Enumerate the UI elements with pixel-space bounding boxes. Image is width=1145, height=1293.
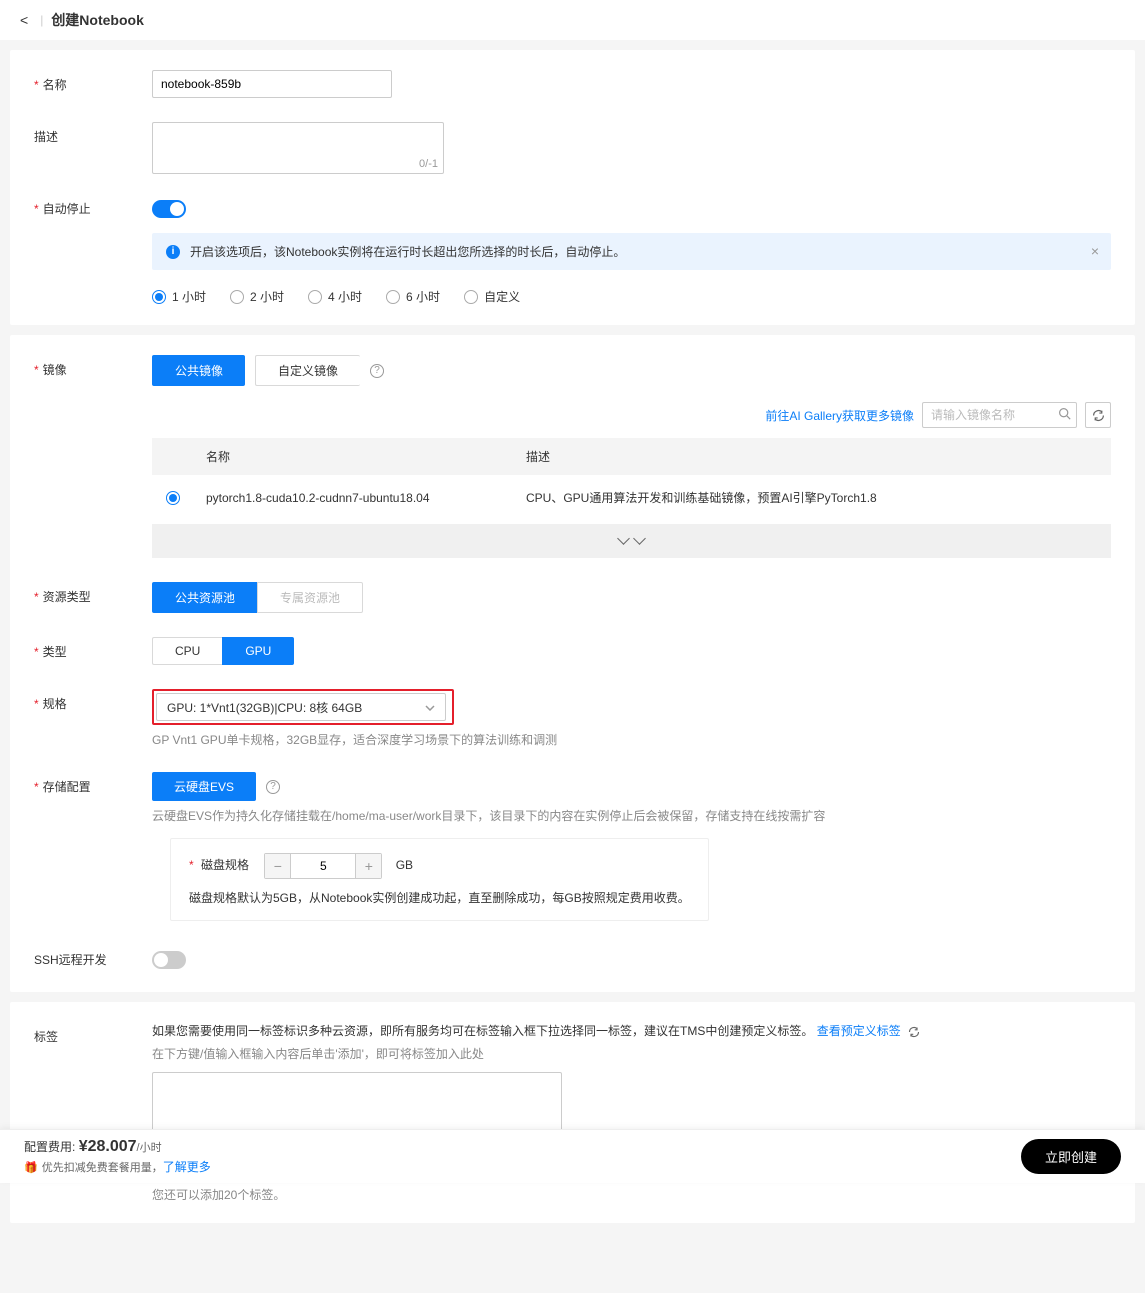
label-resource-type: 资源类型: [34, 582, 152, 605]
description-textarea[interactable]: [152, 122, 444, 174]
col-desc: 描述: [526, 448, 1097, 465]
help-icon[interactable]: ?: [370, 364, 384, 378]
chevron-down-icon: [425, 700, 435, 714]
name-input[interactable]: [152, 70, 392, 98]
radio-2h[interactable]: 2 小时: [230, 288, 284, 305]
tab-public-pool[interactable]: 公共资源池: [152, 582, 257, 613]
disk-unit: GB: [396, 858, 413, 872]
stepper-plus[interactable]: +: [355, 854, 381, 878]
spec-highlight: GPU: 1*Vnt1(32GB)|CPU: 8核 64GB: [152, 689, 454, 725]
col-name: 名称: [206, 448, 526, 465]
radio-custom[interactable]: 自定义: [464, 288, 520, 305]
radio-1h[interactable]: 1 小时: [152, 288, 206, 305]
tab-evs[interactable]: 云硬盘EVS: [152, 772, 256, 801]
radio-6h[interactable]: 6 小时: [386, 288, 440, 305]
tag-hint: 在下方键/值输入框输入内容后单击'添加'，即可将标签加入此处: [152, 1045, 1111, 1062]
label-autostop: 自动停止: [34, 194, 152, 217]
label-tag: 标签: [34, 1022, 152, 1045]
spec-select[interactable]: GPU: 1*Vnt1(32GB)|CPU: 8核 64GB: [156, 693, 446, 721]
disk-value-input[interactable]: [291, 854, 355, 878]
label-desc: 描述: [34, 122, 152, 145]
tag-desc: 如果您需要使用同一标签标识多种云资源，即所有服务均可在标签输入框下拉选择同一标签…: [152, 1024, 813, 1038]
help-icon[interactable]: ?: [266, 780, 280, 794]
gallery-link[interactable]: 前往AI Gallery获取更多镜像: [765, 407, 914, 424]
info-icon: i: [166, 245, 180, 259]
label-disk: 磁盘规格: [201, 858, 249, 872]
refresh-button[interactable]: [1085, 402, 1111, 428]
row-name: pytorch1.8-cuda10.2-cudnn7-ubuntu18.04: [206, 491, 526, 505]
disk-help: 磁盘规格默认为5GB，从Notebook实例创建成功起，直至删除成功，每GB按照…: [189, 889, 690, 906]
row-radio[interactable]: [166, 491, 206, 505]
fee-label: 配置费用:: [24, 1140, 75, 1154]
label-ssh: SSH远程开发: [34, 945, 152, 968]
fee-unit: /小时: [137, 1142, 162, 1154]
divider: |: [40, 13, 43, 27]
refresh-tags-icon[interactable]: [908, 1026, 920, 1038]
tab-public-image[interactable]: 公共镜像: [152, 355, 245, 386]
card-basic: 名称 描述 0/-1 自动停止 i 开启该选项后，该Notebook实例将在运行…: [10, 50, 1135, 325]
autostop-banner: i 开启该选项后，该Notebook实例将在运行时长超出您所选择的时长后，自动停…: [152, 233, 1111, 270]
tab-cpu[interactable]: CPU: [152, 637, 222, 665]
table-row[interactable]: pytorch1.8-cuda10.2-cudnn7-ubuntu18.04 C…: [152, 475, 1111, 520]
page-title: 创建Notebook: [51, 10, 144, 30]
discount-text: 优先扣减免费套餐用量，: [42, 1162, 163, 1174]
label-image: 镜像: [34, 355, 152, 378]
autostop-radio-group: 1 小时 2 小时 4 小时 6 小时 自定义: [152, 288, 1111, 305]
label-spec: 规格: [34, 689, 152, 712]
tab-gpu[interactable]: GPU: [222, 637, 294, 665]
learn-more-link[interactable]: 了解更多: [163, 1160, 211, 1174]
image-search-input[interactable]: [922, 402, 1077, 428]
expand-button[interactable]: [152, 524, 1111, 558]
spec-value: GPU: 1*Vnt1(32GB)|CPU: 8核 64GB: [167, 699, 362, 716]
tab-custom-image[interactable]: 自定义镜像: [255, 355, 360, 386]
autostop-toggle[interactable]: [152, 200, 186, 218]
card-tags: 标签 如果您需要使用同一标签标识多种云资源，即所有服务均可在标签输入框下拉选择同…: [10, 1002, 1135, 1223]
fee-price: ¥28.007: [79, 1138, 137, 1155]
predefined-tags-link[interactable]: 查看预定义标签: [817, 1024, 901, 1038]
disk-stepper[interactable]: − +: [264, 853, 382, 879]
chevron-down-icon: [633, 534, 646, 548]
image-table: 名称 描述 pytorch1.8-cuda10.2-cudnn7-ubuntu1…: [152, 438, 1111, 558]
row-desc: CPU、GPU通用算法开发和训练基础镜像，预置AI引擎PyTorch1.8: [526, 489, 1097, 506]
chevron-down-icon: [617, 534, 630, 548]
tab-dedicated-pool[interactable]: 专属资源池: [257, 582, 363, 613]
footer-bar: 配置费用: ¥28.007/小时 🎁 优先扣减免费套餐用量，了解更多 立即创建: [0, 1129, 1145, 1183]
spec-help: GP Vnt1 GPU单卡规格，32GB显存，适合深度学习场景下的算法训练和调测: [152, 731, 1111, 748]
back-button[interactable]: <: [16, 12, 32, 28]
label-type: 类型: [34, 637, 152, 660]
radio-4h[interactable]: 4 小时: [308, 288, 362, 305]
search-icon[interactable]: [1058, 407, 1071, 423]
close-icon[interactable]: ×: [1091, 243, 1099, 259]
card-resource: 镜像 公共镜像 自定义镜像 ? 前往AI Gallery获取更多镜像: [10, 335, 1135, 992]
storage-help: 云硬盘EVS作为持久化存储挂载在/home/ma-user/work目录下，该目…: [152, 807, 1111, 824]
banner-text: 开启该选项后，该Notebook实例将在运行时长超出您所选择的时长后，自动停止。: [190, 243, 625, 260]
create-button[interactable]: 立即创建: [1021, 1139, 1121, 1174]
ssh-toggle[interactable]: [152, 951, 186, 969]
tag-limit: 您还可以添加20个标签。: [152, 1186, 1111, 1203]
label-storage: 存储配置: [34, 772, 152, 795]
gift-icon: 🎁: [24, 1162, 38, 1174]
label-name: 名称: [34, 70, 152, 93]
stepper-minus[interactable]: −: [265, 854, 291, 878]
